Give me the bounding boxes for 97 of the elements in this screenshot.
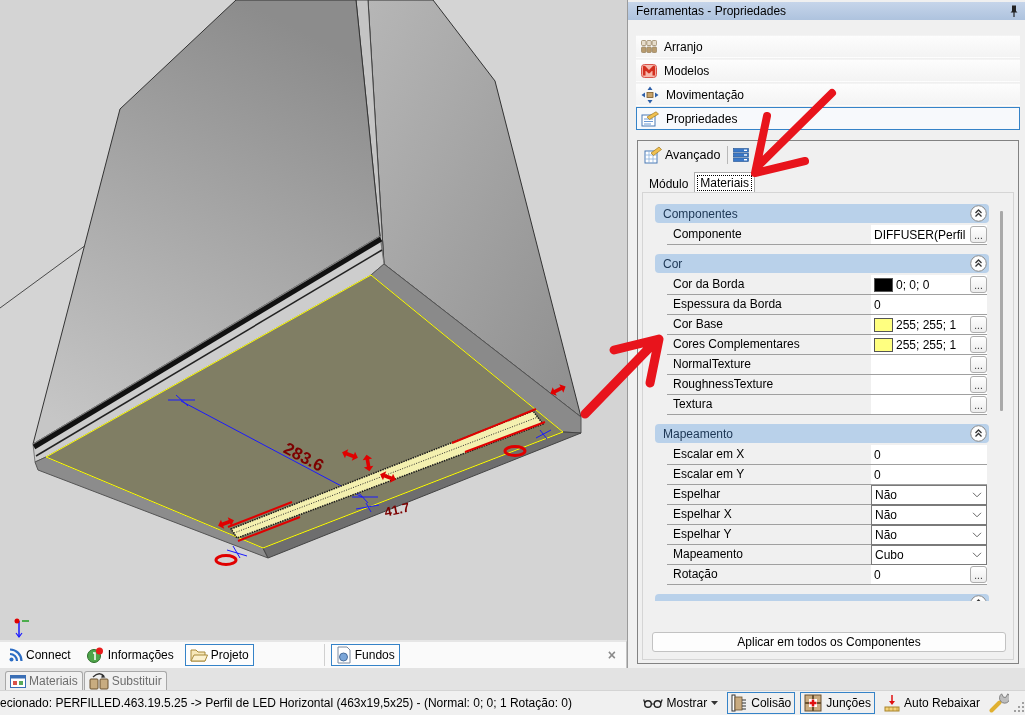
ring-marker [503, 445, 527, 457]
property-label: Escalar em Y [672, 466, 746, 483]
wrench-icon[interactable] [989, 693, 1009, 713]
property-label: Textura [672, 396, 714, 413]
value-field[interactable]: ... [871, 355, 987, 374]
ellipsis-button[interactable]: ... [970, 316, 987, 333]
toolbar-button[interactable]: Informações [81, 644, 179, 666]
value-field[interactable]: DIFFUSER(Perfil ... [871, 225, 987, 244]
value-field[interactable]: 0; 0; 0 ... [871, 275, 987, 294]
property-label: Mapeamento [672, 546, 745, 563]
dropdown[interactable]: Não [871, 525, 987, 545]
property-label: Escalar em X [672, 446, 746, 463]
window-icon [10, 674, 26, 688]
table-pencil-icon [644, 146, 662, 164]
panels-cross-icon [804, 694, 823, 712]
tiles-icon [641, 40, 657, 53]
section-item[interactable]: Movimentação [636, 83, 1020, 106]
tab[interactable]: Módulo [643, 175, 695, 192]
ellipsis-button[interactable]: ... [970, 396, 987, 413]
section-item[interactable]: Propriedades [636, 107, 1020, 130]
axis-icon [14, 618, 30, 638]
info-icon [86, 647, 105, 663]
show-menu-button[interactable]: Mostrar [638, 692, 723, 714]
ellipsis-button[interactable]: ... [970, 336, 987, 353]
list-icon[interactable] [733, 148, 750, 162]
value-field[interactable]: ... [871, 395, 987, 414]
property-label: RoughnessTexture [672, 376, 775, 393]
feed-icon [9, 648, 23, 662]
dimension-mark [535, 429, 552, 440]
property-label: Cor Base [672, 316, 725, 333]
chevron-down-icon [972, 532, 982, 538]
property-label: Cor da Borda [672, 276, 746, 293]
pin-icon[interactable] [1010, 5, 1018, 17]
glasses-icon [642, 698, 663, 708]
arrow-down-plank-icon [883, 694, 900, 712]
ellipsis-button[interactable]: ... [970, 276, 987, 293]
ellipsis-button[interactable]: ... [970, 566, 987, 583]
value-field[interactable]: 255; 255; 1 ... [871, 315, 987, 334]
status-text: ecionado: PERFILLED.463.19.5.25 -> Perfil de LED Horizontal (463x19,5x25) - (Normal: 0; 0; 1 Rotação: 0) [0, 696, 572, 710]
collapse-icon[interactable] [970, 205, 987, 222]
category-title: Mapeamento [663, 426, 735, 441]
chevron-down-icon [972, 492, 982, 498]
collapse-icon[interactable] [970, 425, 987, 442]
tab[interactable]: Materiais [694, 172, 756, 192]
value-field[interactable]: 0 [871, 465, 987, 484]
notepad-icon [641, 110, 659, 127]
toolbar-button[interactable]: Fundos [330, 644, 400, 666]
apply-button[interactable]: Aplicar em todos os Componentes [652, 632, 1006, 652]
ellipsis-button[interactable]: ... [970, 376, 987, 393]
value-field[interactable]: 0 [871, 295, 987, 314]
caret-icon [711, 701, 719, 705]
toggle-button[interactable]: Colisão [727, 692, 796, 714]
category-title: Componentes [663, 206, 739, 221]
dimension-mark [226, 545, 248, 559]
property-label: Componente [672, 226, 743, 243]
move-icon [641, 85, 659, 104]
toggle-button[interactable]: Auto Rebaixar [879, 692, 984, 714]
section-item[interactable]: Modelos [636, 59, 1020, 82]
chevron-down-icon [972, 552, 982, 558]
toolbar-button[interactable]: Connect [4, 644, 76, 666]
value-field[interactable]: ... [871, 375, 987, 394]
document-tab[interactable]: Materiais [5, 671, 83, 690]
section-item[interactable]: Arranjo [636, 35, 1020, 58]
property-label: Cores Complementares [672, 336, 801, 353]
dropdown[interactable]: Não [871, 505, 987, 525]
ellipsis-button[interactable]: ... [970, 356, 987, 373]
dimension-label: 41.7 [383, 499, 411, 520]
category-title: Cor [663, 256, 684, 271]
ellipsis-button[interactable]: ... [970, 226, 987, 243]
toolbar-button[interactable]: Avançado [642, 144, 723, 166]
toolbar-button[interactable]: Projeto [184, 644, 254, 666]
double-arrow-icon[interactable] [380, 471, 396, 483]
property-label: Espelhar X [672, 506, 733, 523]
logo-icon [641, 63, 657, 78]
dimension-label: 283.6 [280, 438, 327, 476]
value-field[interactable]: 0 ... [871, 565, 987, 584]
document-icon [335, 646, 352, 664]
document-tab[interactable]: Substituir [83, 671, 167, 690]
property-label: Espelhar Y [672, 526, 733, 543]
dropdown[interactable]: Não [871, 485, 987, 505]
folder-icon [189, 648, 208, 662]
property-label: Espessura da Borda [672, 296, 783, 313]
property-label: Espelhar [672, 486, 722, 503]
value-field[interactable]: 0 [871, 445, 987, 464]
scrollbar[interactable] [1000, 211, 1003, 411]
toggle-button[interactable]: Junções [800, 692, 875, 714]
panel-title: Ferramentas - Propriedades [636, 4, 788, 18]
wall-icon [731, 694, 748, 712]
dropdown[interactable]: Cubo [871, 545, 987, 565]
chevron-down-icon [972, 512, 982, 518]
property-label: NormalTexture [672, 356, 753, 373]
resize-grip-icon[interactable] [1014, 702, 1024, 712]
value-field[interactable]: 255; 255; 1 ... [871, 335, 987, 354]
swap-boxes-icon [88, 672, 109, 690]
collapse-icon[interactable] [970, 255, 987, 272]
ring-marker [214, 554, 238, 566]
property-label: Rotação [672, 566, 719, 583]
